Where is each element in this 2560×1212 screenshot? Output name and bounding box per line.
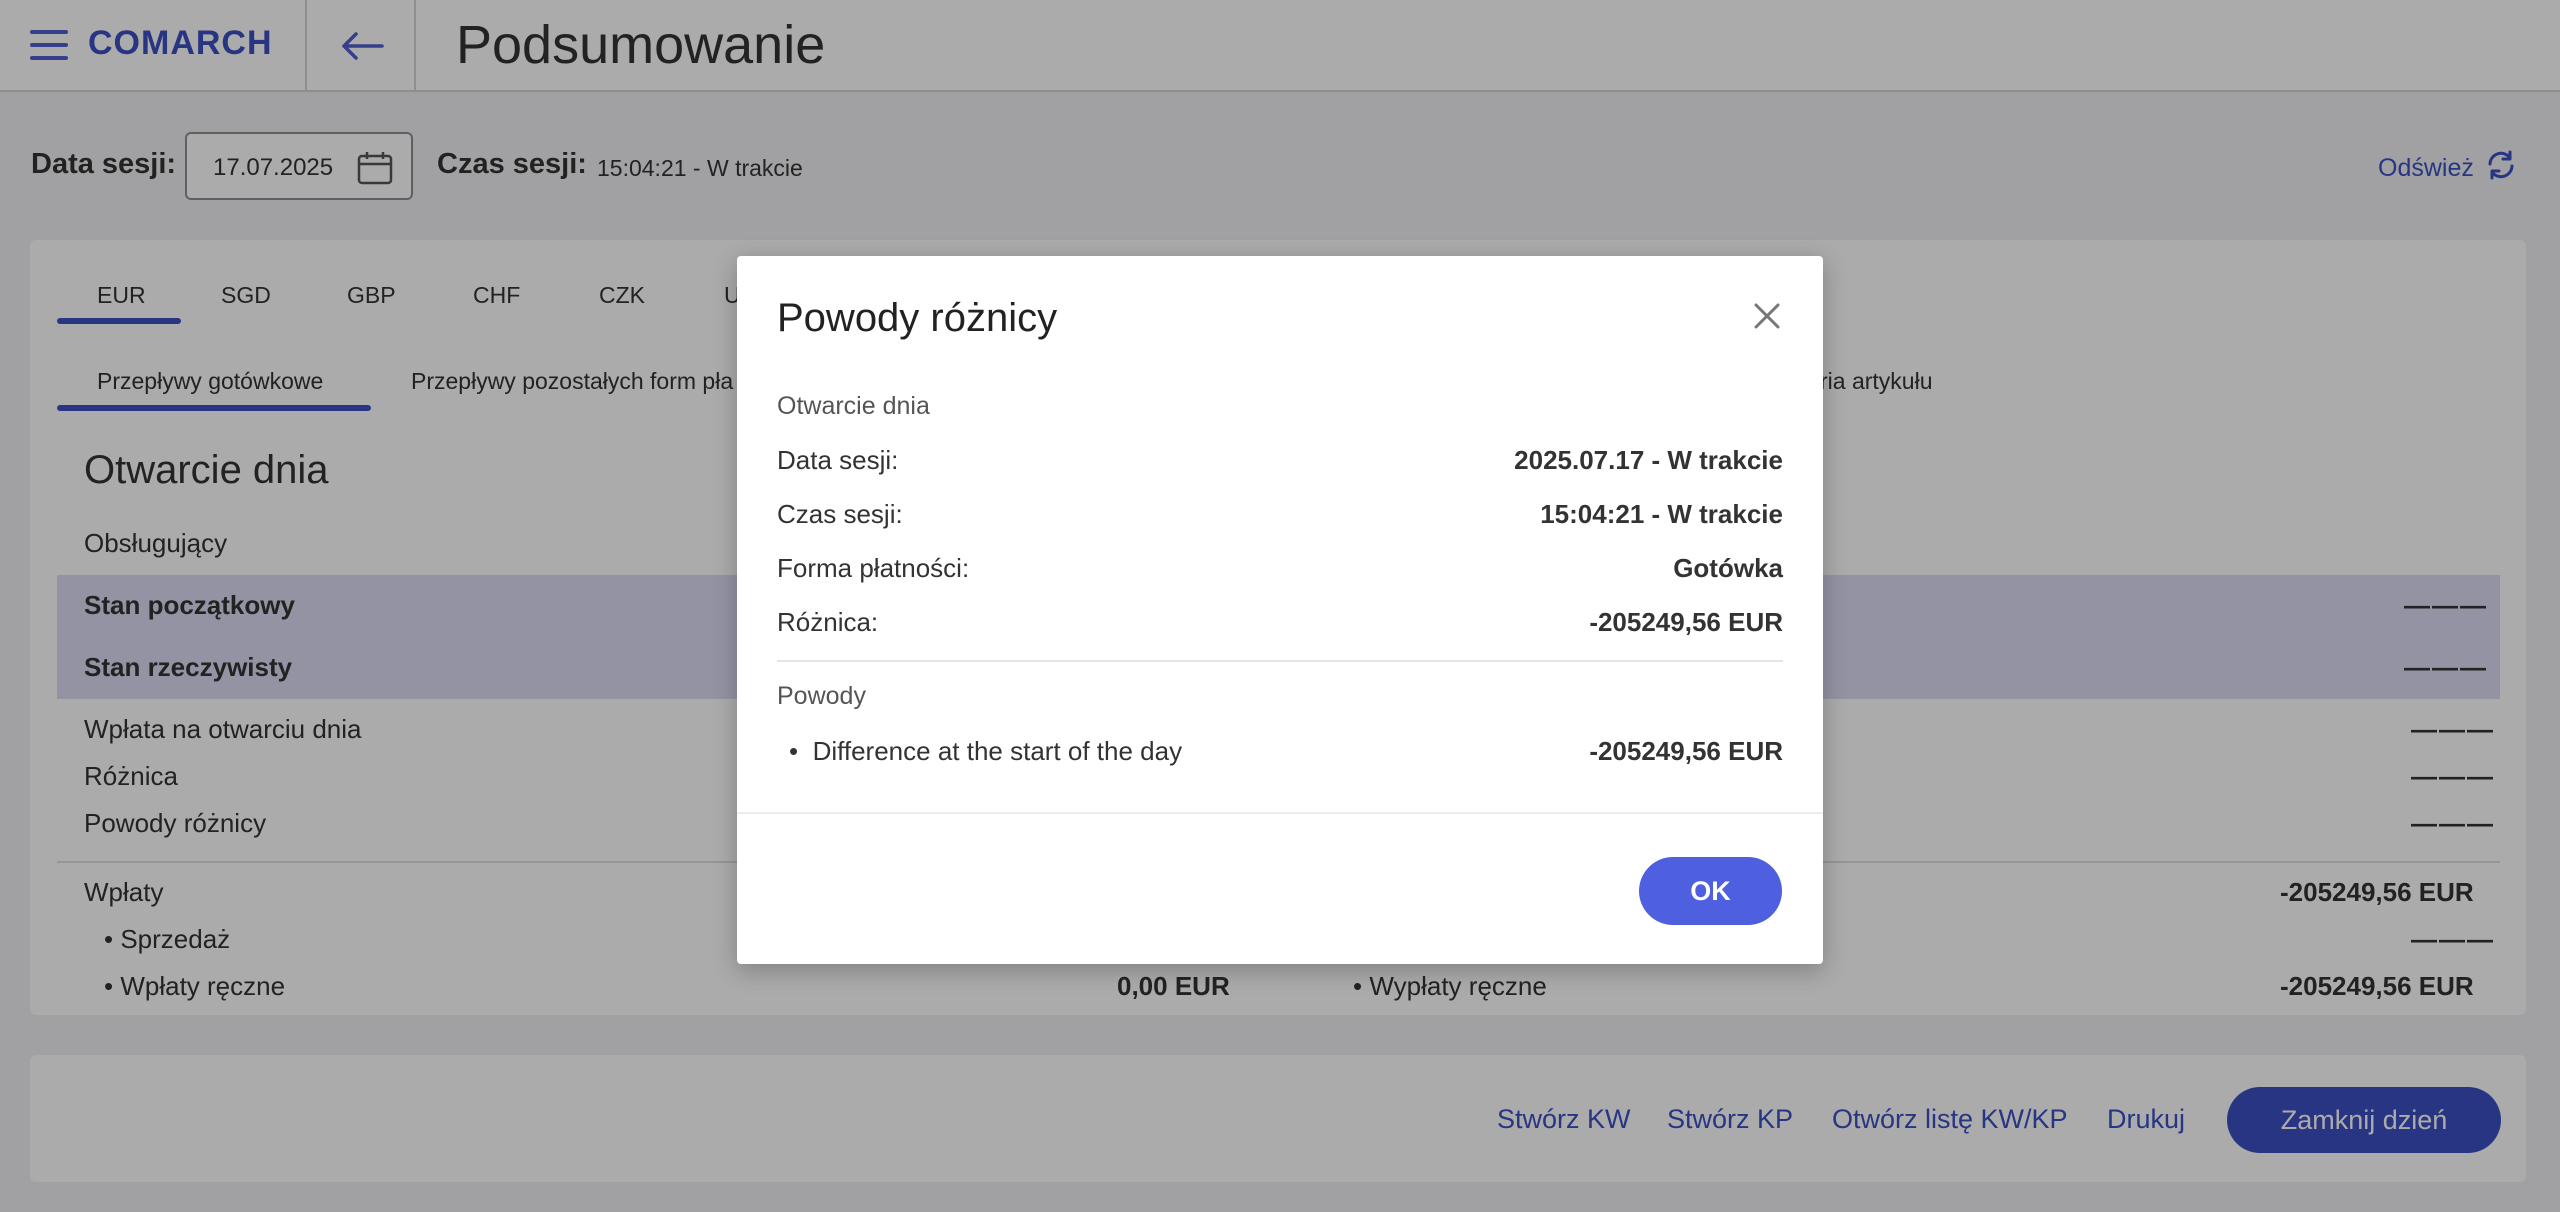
dialog-title: Powody różnicy — [777, 296, 1058, 340]
dialog-row-label: Data sesji: — [777, 445, 899, 475]
dialog-footer-divider — [737, 812, 1823, 814]
dialog-row-label: Forma płatności: — [777, 553, 970, 583]
dialog-row-value: -205249,56 EUR — [1589, 607, 1783, 637]
reason-value: -205249,56 EUR — [1589, 736, 1783, 766]
dialog-divider — [777, 660, 1783, 662]
dialog-row-label: Czas sesji: — [777, 499, 903, 529]
ok-button[interactable]: OK — [1639, 857, 1782, 925]
close-icon[interactable] — [1751, 300, 1783, 332]
dialog-row-value: 2025.07.17 - W trakcie — [1514, 445, 1783, 475]
difference-reasons-dialog: Powody różnicy Otwarcie dnia Data sesji:… — [737, 256, 1823, 964]
dialog-section-opening: Otwarcie dnia — [777, 392, 930, 420]
dialog-row-value: Gotówka — [1673, 553, 1783, 583]
dialog-row-value: 15:04:21 - W trakcie — [1540, 499, 1783, 529]
dialog-row-label: Różnica: — [777, 607, 879, 637]
dialog-section-reasons: Powody — [777, 682, 866, 710]
reason-item: • Difference at the start of the day — [789, 736, 1183, 766]
